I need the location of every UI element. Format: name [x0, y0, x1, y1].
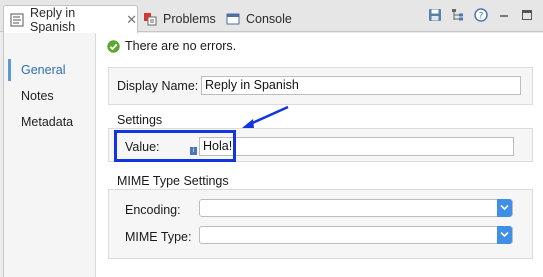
- minimize-icon[interactable]: [497, 8, 511, 22]
- display-name-field[interactable]: Reply in Spanish: [201, 76, 521, 95]
- display-name-label: Display Name:: [117, 79, 199, 93]
- svg-text:?: ?: [479, 12, 484, 22]
- tab-reply-in-spanish[interactable]: Reply in Spanish ✕: [3, 5, 138, 34]
- tab-label: Problems: [163, 12, 216, 26]
- console-icon: [226, 12, 240, 26]
- validation-status: There are no errors.: [107, 39, 236, 53]
- properties-panel: General Notes Metadata There are no erro…: [3, 33, 543, 277]
- save-icon[interactable]: [428, 8, 442, 22]
- hierarchy-icon[interactable]: [451, 8, 465, 22]
- value-highlight-box: [114, 130, 236, 162]
- annotation-arrow-icon: [236, 104, 292, 135]
- editor-tab-bar: Reply in Spanish ✕ Problems Console ?: [0, 0, 543, 34]
- tab-label: Reply in Spanish: [30, 5, 76, 34]
- encoding-select[interactable]: [199, 199, 513, 217]
- help-icon[interactable]: ?: [474, 8, 488, 22]
- mime-type-label: MIME Type:: [125, 230, 192, 244]
- view-toolbar: ?: [419, 8, 534, 22]
- check-icon: [107, 39, 120, 53]
- mime-group-title: MIME Type Settings: [117, 174, 229, 188]
- tab-console[interactable]: Console: [226, 6, 292, 32]
- nav-item-general[interactable]: General: [8, 59, 92, 81]
- flow-file-icon: [10, 13, 24, 27]
- mime-type-select[interactable]: [199, 226, 513, 244]
- properties-nav: General Notes Metadata: [4, 33, 96, 277]
- value-field[interactable]: Hola!: [199, 137, 514, 156]
- nav-item-metadata[interactable]: Metadata: [8, 111, 92, 133]
- tab-problems[interactable]: Problems: [143, 6, 216, 32]
- maximize-icon[interactable]: [520, 8, 534, 22]
- settings-group-title: Settings: [117, 113, 163, 127]
- nav-item-notes[interactable]: Notes: [8, 85, 92, 107]
- close-icon[interactable]: ✕: [126, 12, 137, 28]
- tab-label: Console: [246, 12, 292, 26]
- problems-icon: [143, 12, 157, 26]
- encoding-label: Encoding:: [125, 203, 181, 217]
- chevron-down-icon[interactable]: [497, 226, 512, 244]
- status-text: There are no errors.: [125, 39, 237, 53]
- chevron-down-icon[interactable]: [497, 199, 512, 217]
